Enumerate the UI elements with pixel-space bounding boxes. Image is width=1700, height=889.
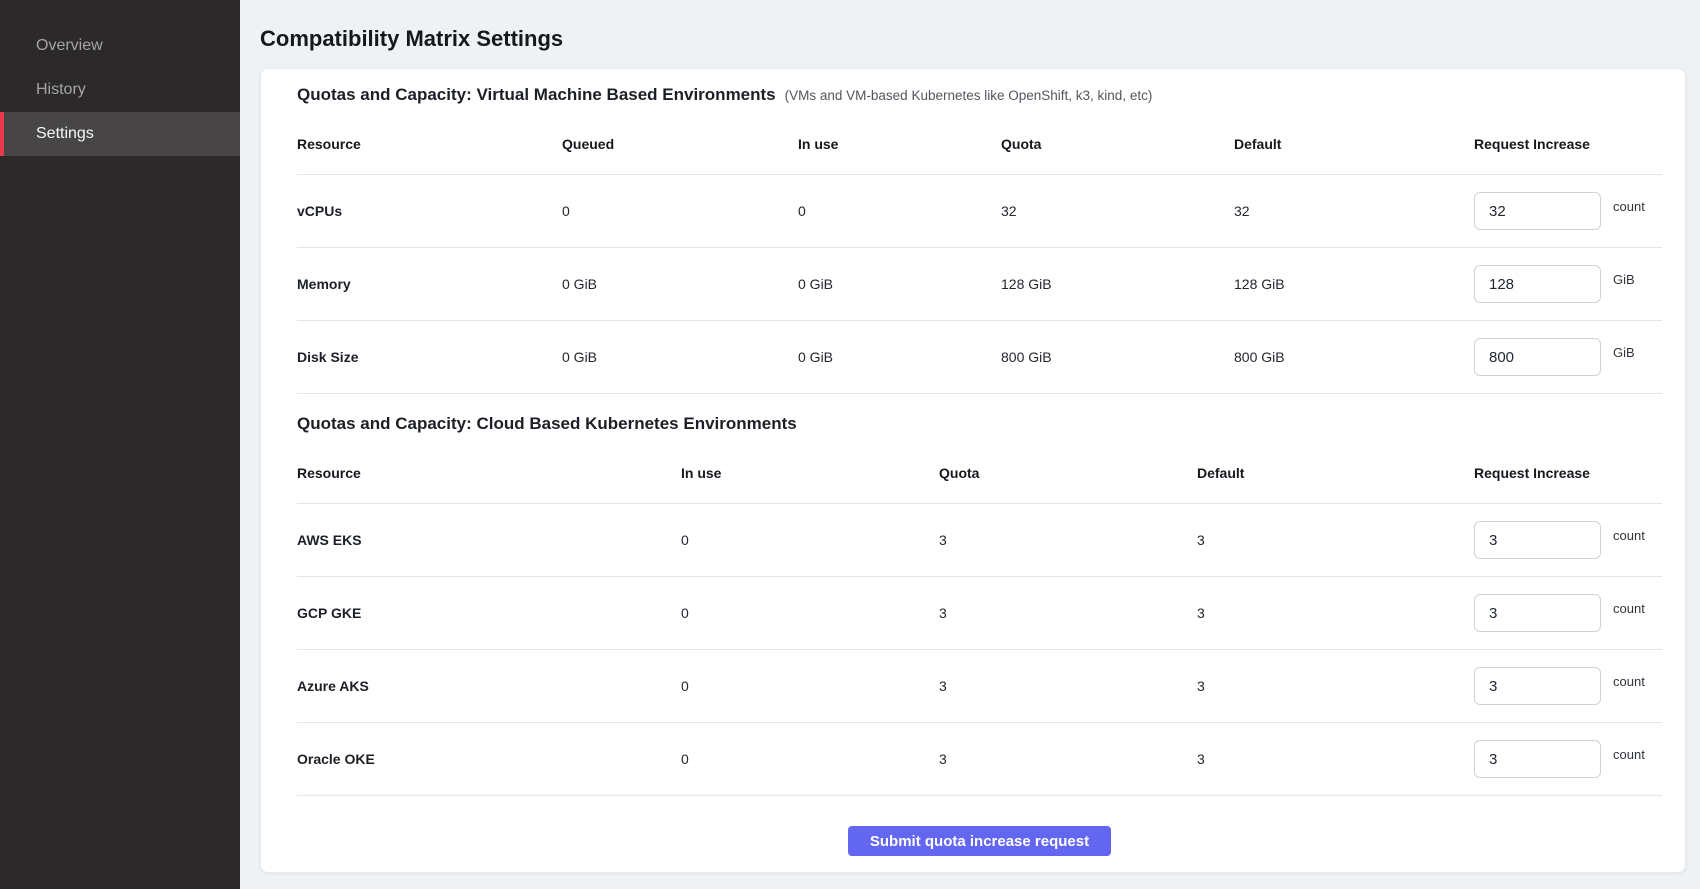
vm-table-header: Resource Queued In use Quota Default Req… [297,113,1662,175]
column-header-quota: Quota [1001,136,1234,152]
sidebar-item-overview[interactable]: Overview [0,24,240,68]
sidebar: Overview History Settings [0,0,240,889]
cell-quota: 3 [939,532,1197,548]
cell-quota: 3 [939,605,1197,621]
cell-queued: 0 [562,203,798,219]
cell-default: 800 GiB [1234,349,1474,365]
unit-label-oracle-oke: count [1613,747,1645,762]
cell-default: 3 [1197,751,1474,767]
cell-queued: 0 GiB [562,349,798,365]
cell-in-use: 0 [681,532,939,548]
column-header-default: Default [1197,465,1474,481]
resource-label: Azure AKS [297,678,681,694]
column-header-in-use: In use [681,465,939,481]
column-header-request-increase: Request Increase [1474,465,1662,481]
resource-label: Disk Size [297,349,562,365]
table-row-gcp-gke: GCP GKE 0 3 3 count [297,577,1662,650]
cell-in-use: 0 GiB [798,276,1001,292]
request-increase-input-gcp-gke[interactable] [1474,594,1601,632]
main-content: Compatibility Matrix Settings Quotas and… [240,0,1700,889]
cell-default: 3 [1197,532,1474,548]
unit-label-aws-eks: count [1613,528,1645,543]
cloud-table-header: Resource In use Quota Default Request In… [297,442,1662,504]
submit-row: Submit quota increase request [297,796,1662,856]
table-row-oracle-oke: Oracle OKE 0 3 3 count [297,723,1662,796]
column-header-resource: Resource [297,465,681,481]
cell-in-use: 0 [681,605,939,621]
sidebar-item-settings[interactable]: Settings [0,112,240,156]
vm-section-header: Quotas and Capacity: Virtual Machine Bas… [297,85,1662,113]
cell-in-use: 0 [798,203,1001,219]
cell-default: 128 GiB [1234,276,1474,292]
column-header-request-increase: Request Increase [1474,136,1662,152]
request-increase-input-azure-aks[interactable] [1474,667,1601,705]
cell-in-use: 0 GiB [798,349,1001,365]
table-row-azure-aks: Azure AKS 0 3 3 count [297,650,1662,723]
cell-quota: 128 GiB [1001,276,1234,292]
cell-quota: 32 [1001,203,1234,219]
table-row-vcpus: vCPUs 0 0 32 32 count [297,175,1662,248]
sidebar-nav: Overview History Settings [0,24,240,156]
cell-default: 32 [1234,203,1474,219]
page-title: Compatibility Matrix Settings [260,24,1686,54]
column-header-queued: Queued [562,136,798,152]
unit-label-gcp-gke: count [1613,601,1645,616]
column-header-default: Default [1234,136,1474,152]
column-header-quota: Quota [939,465,1197,481]
cell-quota: 3 [939,678,1197,694]
vm-section-subtitle: (VMs and VM-based Kubernetes like OpenSh… [785,88,1153,103]
submit-quota-increase-button[interactable]: Submit quota increase request [848,826,1111,856]
request-increase-input-memory[interactable] [1474,265,1601,303]
table-row-aws-eks: AWS EKS 0 3 3 count [297,504,1662,577]
resource-label: AWS EKS [297,532,681,548]
cell-in-use: 0 [681,678,939,694]
sidebar-item-history[interactable]: History [0,68,240,112]
resource-label: vCPUs [297,203,562,219]
cell-in-use: 0 [681,751,939,767]
table-row-memory: Memory 0 GiB 0 GiB 128 GiB 128 GiB GiB [297,248,1662,321]
column-header-in-use: In use [798,136,1001,152]
vm-section-title: Quotas and Capacity: Virtual Machine Bas… [297,85,776,105]
quota-settings-card: Quotas and Capacity: Virtual Machine Bas… [260,68,1686,873]
column-header-resource: Resource [297,136,562,152]
app-root: Overview History Settings Compatibility … [0,0,1700,889]
request-increase-input-disk-size[interactable] [1474,338,1601,376]
unit-label-disk-size: GiB [1613,345,1635,360]
resource-label: Oracle OKE [297,751,681,767]
cell-default: 3 [1197,678,1474,694]
request-increase-input-vcpus[interactable] [1474,192,1601,230]
request-increase-input-aws-eks[interactable] [1474,521,1601,559]
resource-label: Memory [297,276,562,292]
unit-label-memory: GiB [1613,272,1635,287]
cloud-section-title: Quotas and Capacity: Cloud Based Kuberne… [297,414,797,434]
resource-label: GCP GKE [297,605,681,621]
cell-quota: 800 GiB [1001,349,1234,365]
unit-label-vcpus: count [1613,199,1645,214]
cell-default: 3 [1197,605,1474,621]
request-increase-input-oracle-oke[interactable] [1474,740,1601,778]
cell-queued: 0 GiB [562,276,798,292]
unit-label-azure-aks: count [1613,674,1645,689]
table-row-disk-size: Disk Size 0 GiB 0 GiB 800 GiB 800 GiB Gi… [297,321,1662,394]
cloud-section-header: Quotas and Capacity: Cloud Based Kuberne… [297,414,1662,442]
cell-quota: 3 [939,751,1197,767]
